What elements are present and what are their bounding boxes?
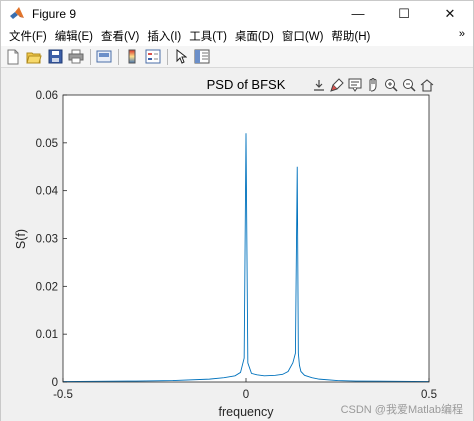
matlab-logo-icon: [9, 6, 25, 22]
y-tick-label: 0: [52, 377, 58, 389]
figure-canvas: 0 0.01 0.02 0.03 0.04 0.05 0.06 -0.5 0 0.5 PSD o…: [1, 69, 473, 421]
pan-icon[interactable]: [365, 77, 381, 93]
menu-desktop[interactable]: 桌面(D): [231, 28, 278, 44]
y-tick-label: 0.06: [36, 90, 58, 102]
insert-colorbar-icon[interactable]: [123, 48, 141, 66]
link-plot-icon[interactable]: [95, 48, 113, 66]
window-controls: — ☐ ✕: [335, 1, 473, 26]
property-inspector-icon[interactable]: [193, 48, 211, 66]
menu-insert[interactable]: 插入(I): [143, 28, 185, 44]
menu-help[interactable]: 帮助(H): [327, 28, 374, 44]
menu-tools[interactable]: 工具(T): [185, 28, 231, 44]
y-tick-label: 0.03: [36, 234, 58, 246]
chart-title: PSD of BFSK: [207, 77, 286, 92]
watermark-text: CSDN @我爱Matlab编程: [340, 404, 463, 416]
menu-bar: 文件(F) 编辑(E) 查看(V) 插入(I) 工具(T) 桌面(D) 窗口(W…: [1, 26, 473, 46]
y-tick-label: 0.04: [36, 186, 59, 198]
zoom-out-icon[interactable]: [401, 77, 417, 93]
axes-toolbar: [311, 77, 435, 93]
toolbar-separator: [118, 48, 119, 65]
home-icon[interactable]: [419, 77, 435, 93]
figure-window: Figure 9 — ☐ ✕ 文件(F) 编辑(E) 查看(V) 插入(I) 工…: [0, 0, 474, 421]
psd-plot[interactable]: 00.010.020.030.040.050.06 -0.5 0 0.5 PSD o…: [1, 69, 473, 421]
new-figure-icon[interactable]: [4, 48, 22, 66]
save-icon[interactable]: [46, 48, 64, 66]
window-title: Figure 9: [32, 6, 77, 21]
menu-overflow-chevron-icon[interactable]: »: [459, 28, 465, 40]
y-axis-label: S(f): [14, 229, 28, 249]
open-file-icon[interactable]: [25, 48, 43, 66]
title-bar[interactable]: Figure 9 — ☐ ✕: [1, 1, 473, 26]
menu-file[interactable]: 文件(F): [5, 28, 51, 44]
x-axis-label: frequency: [219, 405, 275, 419]
zoom-in-icon[interactable]: [383, 77, 399, 93]
menu-view[interactable]: 查看(V): [97, 28, 143, 44]
maximize-button[interactable]: ☐: [381, 1, 427, 26]
x-tick-label: 0: [243, 389, 249, 401]
toolbar-separator: [167, 48, 168, 65]
menu-window[interactable]: 窗口(W): [278, 28, 328, 44]
brush-icon[interactable]: [329, 77, 345, 93]
y-tick-label: 0.01: [36, 329, 58, 341]
figure-toolbar: [1, 46, 473, 68]
print-icon[interactable]: [67, 48, 85, 66]
insert-legend-icon[interactable]: [144, 48, 162, 66]
edit-plot-arrow-icon[interactable]: [172, 48, 190, 66]
close-button[interactable]: ✕: [427, 1, 473, 26]
y-tick-label: 0.05: [36, 138, 58, 150]
x-tick-label: -0.5: [53, 389, 73, 401]
toolbar-separator: [90, 48, 91, 65]
menu-edit[interactable]: 编辑(E): [51, 28, 97, 44]
y-tick-label: 0.02: [36, 281, 58, 293]
data-tips-icon[interactable]: [347, 77, 363, 93]
x-tick-label: 0.5: [421, 389, 437, 401]
export-icon[interactable]: [311, 77, 327, 93]
minimize-button[interactable]: —: [335, 1, 381, 26]
